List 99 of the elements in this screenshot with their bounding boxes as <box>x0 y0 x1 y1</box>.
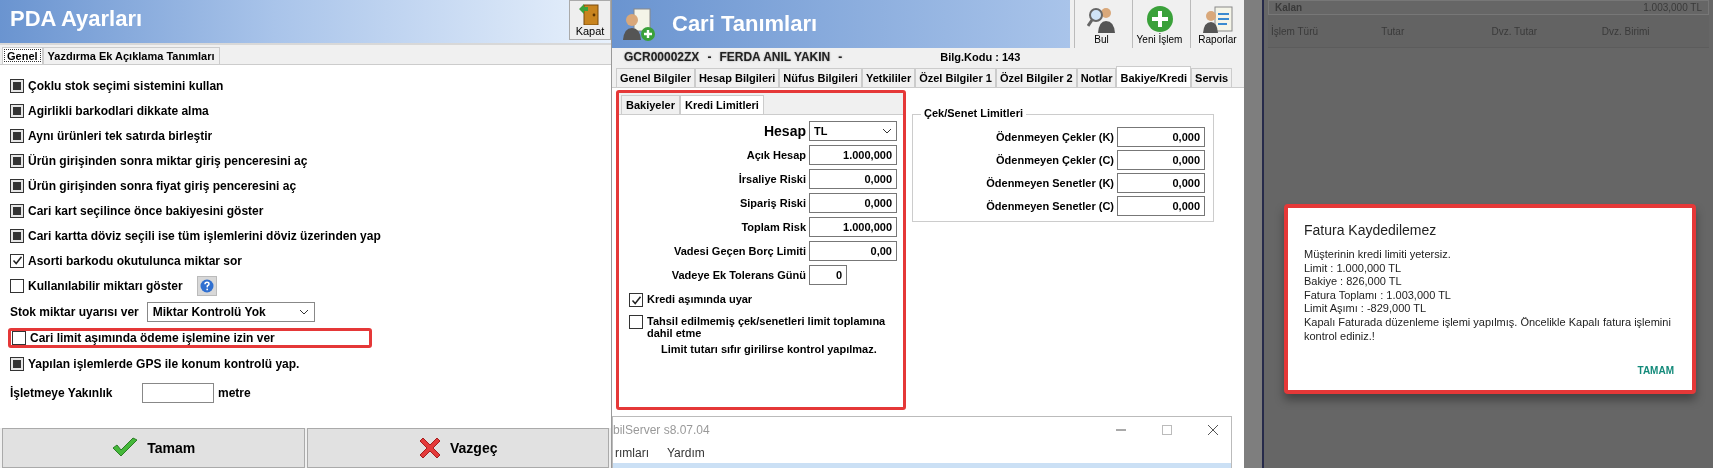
checkbox[interactable] <box>10 178 24 193</box>
tab[interactable]: Genel <box>2 47 43 64</box>
field-label: Toplam Risk <box>741 221 806 233</box>
option-label: Cari limit aşımında ödeme işlemine izin ver <box>30 331 275 345</box>
checkbox[interactable] <box>10 128 24 143</box>
header-text: - <box>838 50 843 64</box>
option-label: Ürün girişinden sonra miktar giriş penceresini aç <box>28 153 308 168</box>
message-text: Müşterinin kredi limiti yetersiz. <box>1304 248 1452 262</box>
add-icon <box>1144 4 1175 34</box>
note-text: Limit tutarı sıfır girilirse kontrol yapılmaz. <box>660 343 878 355</box>
input-field[interactable]: 0,000 <box>1117 196 1205 216</box>
check-icon <box>111 437 140 459</box>
tab[interactable]: Genel Bilgiler <box>616 68 695 87</box>
input-field[interactable] <box>142 383 214 403</box>
caret-icon <box>882 128 892 134</box>
header-text: FERDA ANIL YAKIN <box>719 50 831 64</box>
info-text: Bilg.Kodu : 143 <box>940 51 1021 63</box>
tab[interactable]: Kredi Limitleri <box>679 95 764 114</box>
checkbox[interactable] <box>10 253 24 268</box>
dropdown[interactable]: Miktar Kontrolü Yok <box>146 302 315 322</box>
field-label: İrsaliye Riski <box>738 173 806 185</box>
option-label: Kullanılabilir miktarı göster <box>28 279 183 293</box>
input-field[interactable]: 0,000 <box>809 169 897 189</box>
field-label: İşletmeye Yakınlık <box>10 386 114 400</box>
checkbox[interactable] <box>10 78 24 93</box>
option-label: Cari kartta döviz seçili ise tüm işlemlerini döviz üzerinden yap <box>28 228 381 243</box>
tab[interactable]: Servis <box>1191 68 1233 87</box>
field-label: Stok miktar uyarısı ver <box>10 305 139 319</box>
tab[interactable]: Hesap Bilgileri <box>694 68 780 87</box>
tab[interactable]: Özel Bilgiler 2 <box>995 68 1077 87</box>
option-label: Tahsil edilmemiş çek/senetleri limit toplamına dahil etme <box>647 315 887 339</box>
menu-item[interactable]: rımları <box>613 446 651 460</box>
input-field[interactable]: 0,00 <box>809 241 897 261</box>
message-text: Bakiye : 826,000 TL <box>1304 275 1403 289</box>
close-icon <box>418 436 442 460</box>
field-label: Açık Hesap <box>746 149 806 161</box>
ok-button[interactable]: TAMAM <box>1637 361 1674 380</box>
input-field[interactable]: 1.000,000 <box>809 217 897 237</box>
field-label: Ödenmeyen Çekler (K) <box>996 131 1114 143</box>
message-text: Kapalı Faturada düzenleme işlemi yapılmış. Öncelikle Kapalı fatura işlemini kontrol ediniz.! <box>1304 315 1672 344</box>
tab[interactable]: Notlar <box>1076 68 1117 87</box>
input-field[interactable]: 0,000 <box>1117 150 1205 170</box>
option-label: Ürün girişinden sonra fiyat giriş penceresini aç <box>28 178 297 193</box>
checkbox[interactable] <box>10 153 24 168</box>
close-button[interactable]: Kapat <box>569 0 611 40</box>
window-title: bilServer s8.07.04 <box>613 423 710 437</box>
input-field[interactable]: 0 <box>809 265 847 285</box>
tab[interactable]: Bakiyeler <box>621 95 680 114</box>
option-label: Agirlikli barkodlari dikkate alma <box>28 103 209 118</box>
checkbox[interactable] <box>10 103 24 118</box>
checkbox[interactable] <box>10 356 24 371</box>
field-label: Vadeye Ek Tolerans Günü <box>671 269 806 281</box>
option-label: Yapılan işlemlerde GPS ile konum kontrolü yap. <box>28 356 300 371</box>
field-label: Vadesi Geçen Borç Limiti <box>673 245 806 257</box>
message-text: Limit Aşımı : -829,000 TL <box>1304 302 1428 316</box>
tab[interactable]: Nüfus Bilgileri <box>779 68 862 87</box>
unit-label: metre <box>218 386 251 400</box>
report-icon <box>1202 4 1233 34</box>
header-text: - <box>707 50 712 64</box>
option-label: Aynı ürünleri tek satırda birleştir <box>28 128 213 143</box>
tab[interactable]: Yazdırma Ek Açıklama Tanımları <box>42 47 220 64</box>
field-label: Ödenmeyen Çekler (C) <box>996 154 1114 166</box>
checkbox[interactable] <box>10 203 24 218</box>
checkbox[interactable] <box>629 315 643 329</box>
checkbox[interactable] <box>10 279 24 293</box>
tab[interactable]: Bakiye/Kredi <box>1116 66 1192 87</box>
door-icon <box>578 3 602 25</box>
input-field[interactable]: 1.000,000 <box>809 145 897 165</box>
tab[interactable]: Özel Bilgiler 1 <box>915 68 996 87</box>
cancel-button[interactable]: Vazgeç <box>306 428 609 468</box>
caret-icon <box>298 309 309 315</box>
checkbox[interactable] <box>629 293 643 307</box>
checkbox[interactable] <box>10 228 24 243</box>
person-card-icon <box>622 6 658 42</box>
option-label: Çoklu stok seçimi sistemini kullan <box>28 78 224 93</box>
dialog-title: Fatura Kaydedilemez <box>1304 222 1438 238</box>
group-title: Çek/Senet Limitleri <box>921 107 1027 119</box>
field-label: Ödenmeyen Senetler (C) <box>986 200 1114 212</box>
message-text: Fatura Toplamı : 1.003,000 TL <box>1304 288 1452 303</box>
close-icon[interactable] <box>1207 424 1219 436</box>
menu-item[interactable]: Yardım <box>665 446 707 460</box>
tab[interactable]: Yetkililer <box>861 68 916 87</box>
header-text: GCR00002ZX <box>624 50 700 64</box>
field-label: Ödenmeyen Senetler (K) <box>986 177 1114 189</box>
message-text: Limit : 1.000,000 TL <box>1304 261 1403 276</box>
option-label: Cari kart seçilince önce bakiyesini göster <box>28 203 264 218</box>
input-field[interactable]: 0,000 <box>1117 127 1205 147</box>
field-label: Sipariş Riski <box>739 197 806 209</box>
help-button[interactable] <box>196 276 217 296</box>
window-title: PDA Ayarları <box>9 5 144 33</box>
option-label: Asorti barkodu okutulunca miktar sor <box>28 253 243 268</box>
dropdown[interactable]: TL <box>809 121 897 141</box>
field-label: Hesap <box>763 123 806 139</box>
input-field[interactable]: 0,000 <box>1117 173 1205 193</box>
ok-button[interactable]: Tamam <box>2 428 305 468</box>
window-title: Cari Tanımları <box>671 10 819 38</box>
option-label: Kredi aşımında uyar <box>647 293 754 305</box>
checkbox[interactable] <box>12 331 26 345</box>
input-field[interactable]: 0,000 <box>809 193 897 213</box>
